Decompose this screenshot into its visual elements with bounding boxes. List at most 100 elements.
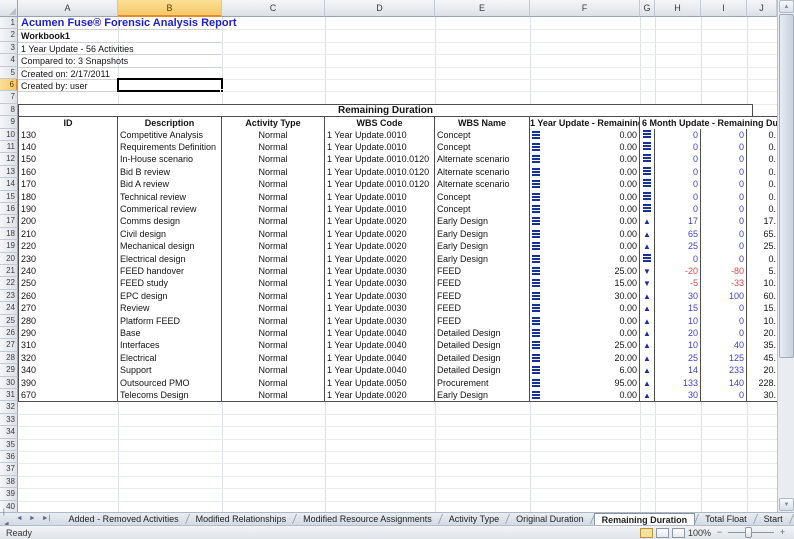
row-header-39[interactable]: 39 <box>0 488 18 500</box>
cell-year-remaining[interactable]: 0.00 <box>530 327 640 340</box>
cell-six-month-delta[interactable]: 17 <box>655 215 701 228</box>
cell-wbs-code[interactable]: 1 Year Update.0030 <box>325 315 435 328</box>
cell-year-remaining[interactable]: 0.00 <box>530 129 640 142</box>
cell-six-month-value[interactable]: 0. <box>747 166 777 179</box>
row-header-26[interactable]: 26 <box>0 327 18 339</box>
sheet-tab-added-removed-activities[interactable]: Added - Removed Activities <box>62 513 186 525</box>
cell-year-remaining[interactable]: 0.00 <box>530 178 640 191</box>
cell-six-month-percent[interactable]: 0 <box>701 253 747 266</box>
cell-wbs-name[interactable]: Early Design <box>435 240 530 253</box>
cell-six-month-percent[interactable]: 0 <box>701 141 747 154</box>
cell-six-month-delta[interactable]: 133 <box>655 377 701 390</box>
row-header-19[interactable]: 19 <box>0 240 18 252</box>
cell-activity-type[interactable]: Normal <box>222 277 325 290</box>
cell-six-month-percent[interactable]: -33 <box>701 277 747 290</box>
row-header-11[interactable]: 11 <box>0 141 18 153</box>
cell-activity-type[interactable]: Normal <box>222 240 325 253</box>
cell-wbs-name[interactable]: Concept <box>435 203 530 216</box>
cell-trend-icon[interactable]: ▲ <box>640 352 655 365</box>
cell-year-remaining[interactable]: 95.00 <box>530 377 640 390</box>
cell-description[interactable]: Commerical review <box>118 203 222 216</box>
cell-six-month-percent[interactable]: 140 <box>701 377 747 390</box>
cell-six-month-value[interactable]: 20. <box>747 364 777 377</box>
cell-description[interactable]: Civil design <box>118 228 222 241</box>
cell-activity-type[interactable]: Normal <box>222 228 325 241</box>
cell-six-month-delta[interactable]: 0 <box>655 153 701 166</box>
cell-trend-icon[interactable]: ▲ <box>640 389 655 402</box>
cell-trend-icon[interactable]: ▲ <box>640 327 655 340</box>
header-cell[interactable]: ID <box>18 116 118 129</box>
cell-wbs-name[interactable]: FEED <box>435 315 530 328</box>
row-header-37[interactable]: 37 <box>0 463 18 475</box>
row-header-16[interactable]: 16 <box>0 203 18 215</box>
cell-six-month-delta[interactable]: 0 <box>655 253 701 266</box>
sheet-tab-start[interactable]: Start <box>757 513 790 525</box>
cell-wbs-code[interactable]: 1 Year Update.0020 <box>325 240 435 253</box>
cell-wbs-code[interactable]: 1 Year Update.0020 <box>325 253 435 266</box>
cell-year-remaining[interactable]: 25.00 <box>530 265 640 278</box>
sheet-tab-remaining-duration[interactable]: Remaining Duration <box>594 513 696 526</box>
row-header-12[interactable]: 12 <box>0 153 18 165</box>
cell-year-remaining[interactable]: 0.00 <box>530 253 640 266</box>
cell-description[interactable]: Technical review <box>118 191 222 204</box>
cell-six-month-value[interactable]: 45. <box>747 352 777 365</box>
cell-activity-type[interactable]: Normal <box>222 153 325 166</box>
cell-id[interactable]: 170 <box>18 178 118 191</box>
column-header-B[interactable]: B <box>118 0 222 17</box>
cell-six-month-delta[interactable]: 25 <box>655 352 701 365</box>
cell-six-month-percent[interactable]: 233 <box>701 364 747 377</box>
header-cell[interactable]: 1 Year Update - Remaining Duration <box>530 116 640 129</box>
cell-six-month-value[interactable]: 228. <box>747 377 777 390</box>
column-header-C[interactable]: C <box>222 0 325 17</box>
row-header-36[interactable]: 36 <box>0 451 18 463</box>
cell-six-month-value[interactable]: 0. <box>747 178 777 191</box>
column-header-J[interactable]: J <box>747 0 777 17</box>
row-header-10[interactable]: 10 <box>0 129 18 141</box>
cell-year-remaining[interactable]: 6.00 <box>530 364 640 377</box>
cell-six-month-percent[interactable]: 0 <box>701 240 747 253</box>
row-header-23[interactable]: 23 <box>0 290 18 302</box>
header-cell[interactable]: WBS Name <box>435 116 530 129</box>
cell-id[interactable]: 250 <box>18 277 118 290</box>
cell-six-month-percent[interactable]: 0 <box>701 327 747 340</box>
row-header-35[interactable]: 35 <box>0 439 18 451</box>
cell-year-remaining[interactable]: 0.00 <box>530 389 640 402</box>
cell-six-month-delta[interactable]: 0 <box>655 191 701 204</box>
cell-description[interactable]: Base <box>118 327 222 340</box>
cell-wbs-name[interactable]: Detailed Design <box>435 339 530 352</box>
cell-description[interactable]: Mechanical design <box>118 240 222 253</box>
cell-six-month-value[interactable]: 17. <box>747 215 777 228</box>
page-layout-view-icon[interactable] <box>656 528 669 538</box>
row-header-32[interactable]: 32 <box>0 401 18 413</box>
cell-six-month-delta[interactable]: 0 <box>655 203 701 216</box>
cell-description[interactable]: Review <box>118 302 222 315</box>
cell-wbs-name[interactable]: Concept <box>435 129 530 142</box>
cell-description[interactable]: Competitive Analysis <box>118 129 222 142</box>
cell-trend-icon[interactable] <box>640 141 655 154</box>
cell-id[interactable]: 150 <box>18 153 118 166</box>
zoom-out-button[interactable]: − <box>714 527 725 538</box>
cell-wbs-code[interactable]: 1 Year Update.0010 <box>325 191 435 204</box>
info-row-1-text[interactable]: Acumen Fuse® Forensic Analysis Report <box>21 17 381 29</box>
cell-six-month-delta[interactable]: 15 <box>655 302 701 315</box>
cell-six-month-value[interactable]: 15. <box>747 302 777 315</box>
cell-description[interactable]: Electrical design <box>118 253 222 266</box>
row-header-21[interactable]: 21 <box>0 265 18 277</box>
cell-six-month-percent[interactable]: 125 <box>701 352 747 365</box>
cell-six-month-value[interactable]: 60. <box>747 290 777 303</box>
row-header-22[interactable]: 22 <box>0 277 18 289</box>
cell-trend-icon[interactable]: ▲ <box>640 228 655 241</box>
cell-id[interactable]: 200 <box>18 215 118 228</box>
last-sheet-button[interactable]: ►| <box>39 513 54 525</box>
cell-activity-type[interactable]: Normal <box>222 203 325 216</box>
cell-activity-type[interactable]: Normal <box>222 302 325 315</box>
row-header-27[interactable]: 27 <box>0 339 18 351</box>
cell-six-month-value[interactable]: 0. <box>747 129 777 142</box>
cell-activity-type[interactable]: Normal <box>222 191 325 204</box>
cell-trend-icon[interactable] <box>640 178 655 191</box>
cell-six-month-delta[interactable]: 0 <box>655 178 701 191</box>
cell-activity-type[interactable]: Normal <box>222 352 325 365</box>
column-header-A[interactable]: A <box>18 0 118 17</box>
cell-trend-icon[interactable] <box>640 253 655 266</box>
cell-trend-icon[interactable]: ▼ <box>640 277 655 290</box>
